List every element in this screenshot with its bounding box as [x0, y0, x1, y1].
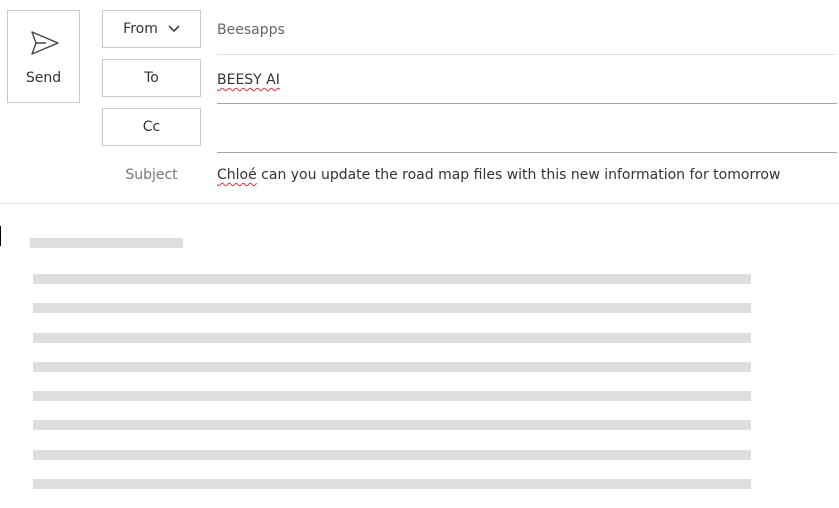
- cc-button[interactable]: Cc: [102, 108, 201, 146]
- from-field[interactable]: Beesapps: [217, 10, 837, 55]
- paper-plane-icon: [31, 31, 59, 55]
- to-recipient: BEESY AI: [217, 72, 280, 88]
- send-button[interactable]: Send: [7, 10, 80, 103]
- chevron-down-icon: [168, 25, 180, 33]
- skeleton-line: [33, 479, 751, 489]
- cc-label: Cc: [142, 119, 161, 135]
- to-label: To: [144, 70, 159, 86]
- skeleton-line: [33, 333, 751, 343]
- skeleton-line: [33, 420, 751, 430]
- subject-field[interactable]: Chloé can you update the road map files …: [217, 167, 780, 183]
- header-divider: [0, 203, 839, 204]
- from-label: From: [123, 21, 158, 37]
- to-button[interactable]: To: [102, 59, 201, 97]
- send-label: Send: [25, 70, 62, 86]
- skeleton-line: [33, 362, 751, 372]
- subject-text: can you update the road map files with t…: [256, 167, 781, 183]
- skeleton-line: [33, 450, 751, 460]
- skeleton-line: [30, 238, 183, 248]
- text-cursor: [0, 226, 1, 246]
- skeleton-line: [33, 391, 751, 401]
- to-field[interactable]: BEESY AI: [217, 59, 837, 104]
- skeleton-line: [33, 274, 751, 284]
- subject-label: Subject: [125, 167, 178, 183]
- subject-misspelled-word: Chloé: [217, 167, 257, 183]
- from-button[interactable]: From: [102, 10, 201, 48]
- skeleton-line: [33, 303, 751, 313]
- cc-field[interactable]: [217, 108, 837, 153]
